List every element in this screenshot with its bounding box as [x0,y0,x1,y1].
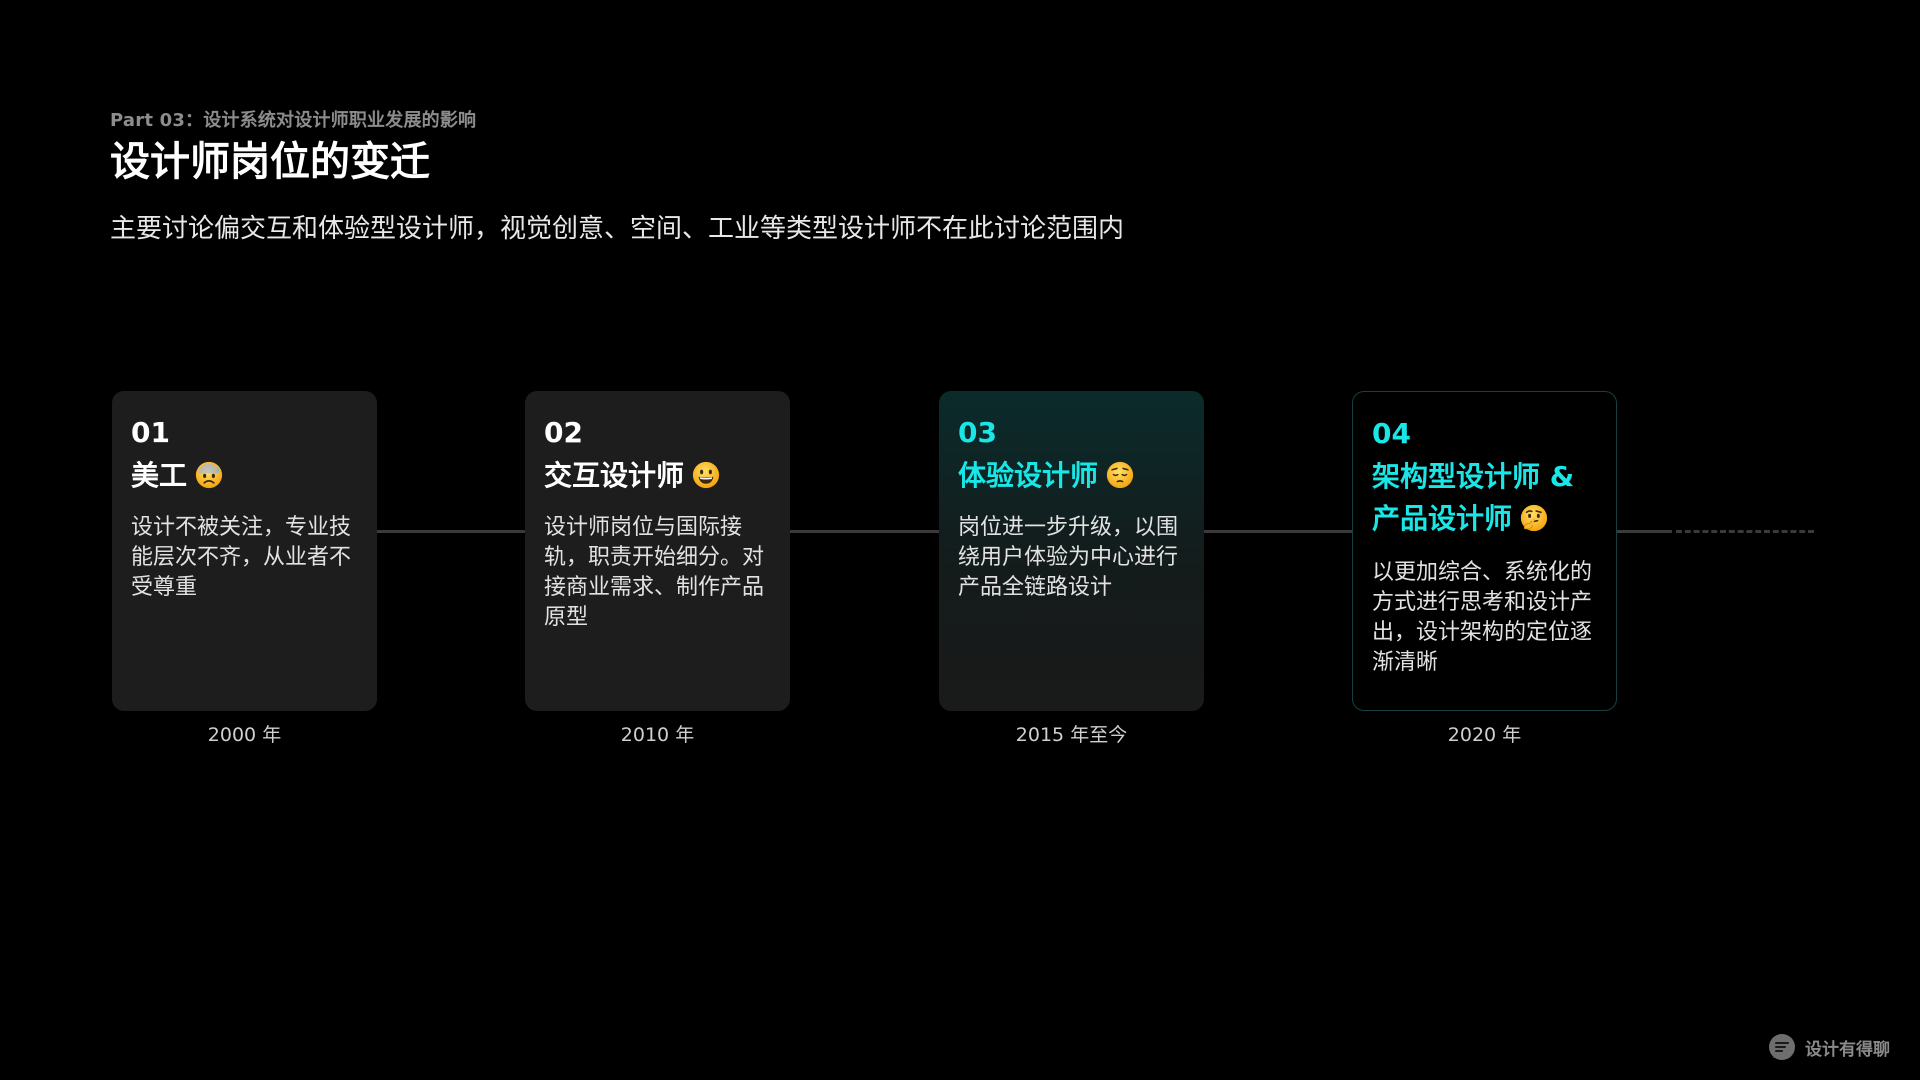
card-description: 岗位进一步升级，以围绕用户体验为中心进行产品全链路设计 [958,515,1179,601]
timeline-card-04: 04 架构型设计师 & 产品设计师 以更加综合、系统化的方式进行思考和设计产出，… [1352,391,1617,711]
card-description: 以更加综合、系统化的方式进行思考和设计产出，设计架构的定位逐渐清晰 [1372,560,1593,676]
timeline-connector [1204,530,1352,533]
header: Part 03：设计系统对设计师职业发展的影响 设计师岗位的变迁 主要讨论偏交互… [110,106,1124,245]
timeline-card-01: 01 美工 设计不被关注，专业技能层次不齐，从业者不受尊重 [112,391,377,711]
brand-watermark: 设计有得聊 [1767,1032,1890,1062]
card-year: 2010 年 [620,724,695,746]
card-title: 架构型设计师 & 产品设计师 [1372,456,1598,540]
card-number: 02 [544,416,583,449]
timeline-dashed-extension [1676,530,1814,533]
card-year: 2015 年至今 [1015,724,1128,746]
card-year: 2020 年 [1447,724,1522,746]
card-title: 交互设计师 [544,455,772,497]
sad-sweat-face-icon [195,462,223,489]
thinking-face-icon [1520,505,1548,532]
card-year: 2000 年 [207,724,282,746]
part-label: Part 03：设计系统对设计师职业发展的影响 [110,110,477,131]
card-description: 设计师岗位与国际接轨，职责开始细分。对接商业需求、制作产品原型 [544,515,765,631]
card-number: 03 [958,416,997,449]
card-title-text: 体验设计师 [958,459,1099,493]
timeline-card-03: 03 体验设计师 岗位进一步升级，以围绕用户体验为中心进行产品全链路设计 [939,391,1204,711]
grinning-face-icon [692,462,720,489]
card-number: 04 [1372,417,1411,450]
timeline-connector [790,530,940,533]
page-title: 设计师岗位的变迁 [110,139,430,185]
card-title-text: 交互设计师 [544,459,685,493]
card-number: 01 [131,416,170,449]
card-title: 美工 [131,455,359,497]
brand-name: 设计有得聊 [1805,1039,1890,1060]
timeline-connector [1617,530,1672,533]
card-title-text: 美工 [131,459,188,493]
page-subtitle: 主要讨论偏交互和体验型设计师，视觉创意、空间、工业等类型设计师不在此讨论范围内 [110,214,1125,244]
card-title: 体验设计师 [958,455,1186,497]
chat-logo-icon [1769,1034,1795,1060]
pensive-face-icon [1106,462,1134,489]
timeline-card-02: 02 交互设计师 设计师岗位与国际接轨，职责开始细分。对接商业需求、制作产品原型 [525,391,790,711]
card-description: 设计不被关注，专业技能层次不齐，从业者不受尊重 [131,515,352,601]
timeline-connector [377,530,525,533]
